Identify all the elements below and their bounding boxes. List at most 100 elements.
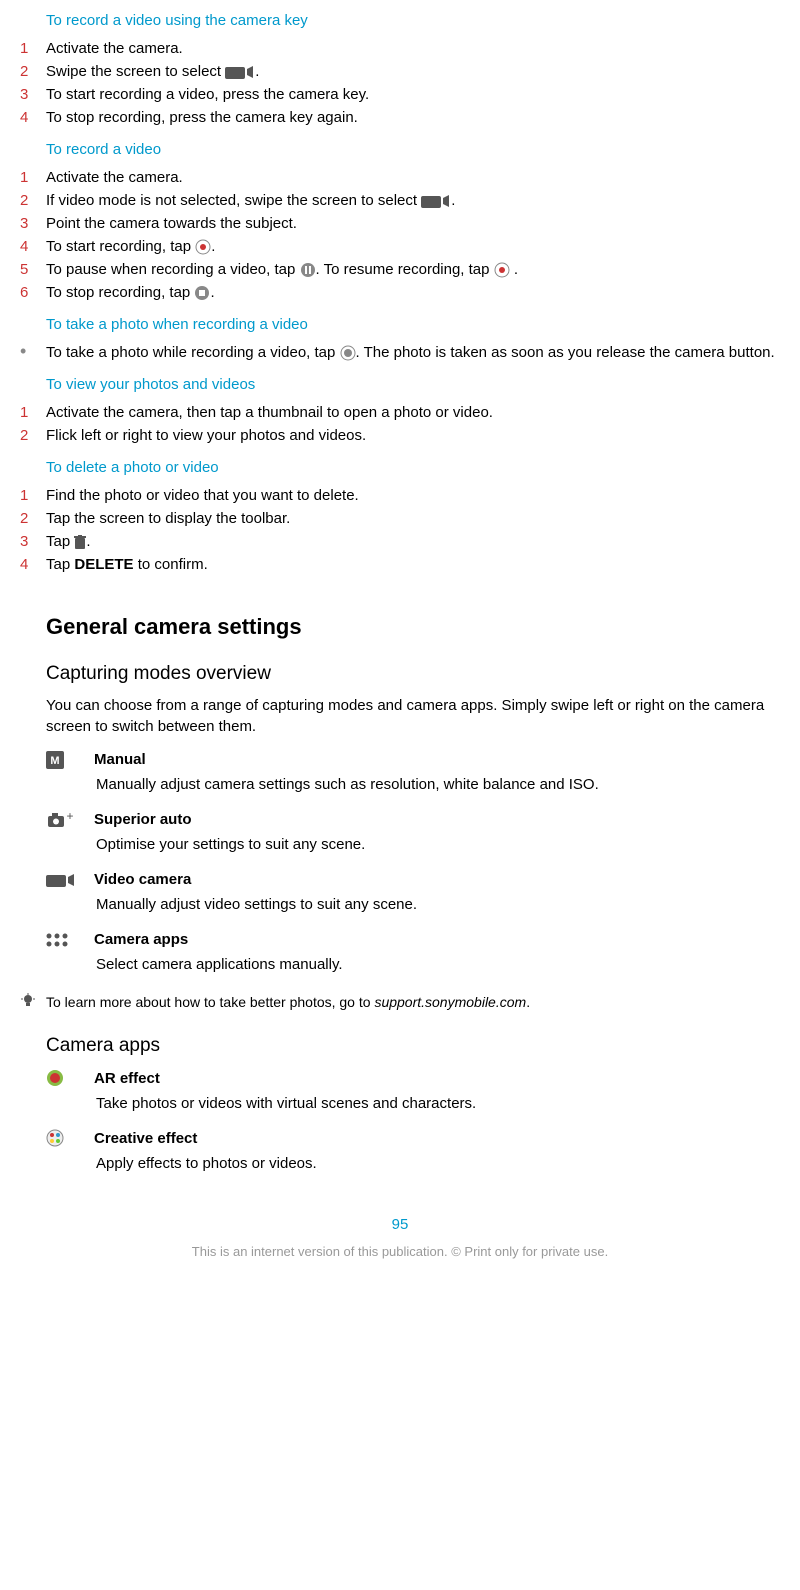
mode-title: Video camera (94, 869, 191, 890)
app-desc: Take photos or videos with virtual scene… (96, 1093, 780, 1114)
step-number: 2 (10, 61, 46, 82)
step: 2Swipe the screen to select . (10, 60, 790, 83)
app-list: AR effect Take photos or videos with vir… (46, 1068, 780, 1174)
mode-title: Manual (94, 749, 146, 770)
apps-grid-icon (46, 932, 84, 948)
step-number: 4 (10, 554, 46, 575)
step-list: 1Activate the camera. 2If video mode is … (10, 166, 790, 304)
step-number: 2 (10, 190, 46, 211)
stop-icon (194, 285, 210, 301)
tip-text: To learn more about how to take better p… (46, 993, 530, 1015)
svg-text:M: M (50, 755, 59, 767)
step-text: Find the photo or video that you want to… (46, 485, 790, 506)
step: 4To stop recording, press the camera key… (10, 106, 790, 129)
step-text: Tap DELETE to confirm. (46, 554, 790, 575)
step: 2Flick left or right to view your photos… (10, 424, 790, 447)
step: •To take a photo while recording a video… (10, 341, 790, 364)
step-text: Point the camera towards the subject. (46, 213, 790, 234)
step-text: Flick left or right to view your photos … (46, 425, 790, 446)
step: 3Point the camera towards the subject. (10, 212, 790, 235)
intro-text: You can choose from a range of capturing… (46, 695, 780, 737)
mode-desc: Select camera applications manually. (96, 954, 780, 975)
ar-effect-icon (46, 1069, 84, 1087)
step: 5To pause when recording a video, tap . … (10, 258, 790, 281)
mode-desc: Optimise your settings to suit any scene… (96, 834, 780, 855)
video-camera-icon (421, 194, 451, 208)
step-number: 4 (10, 236, 46, 257)
step-number: 1 (10, 38, 46, 59)
creative-effect-icon (46, 1129, 84, 1147)
step-text: To start recording, tap . (46, 236, 790, 257)
app-desc: Apply effects to photos or videos. (96, 1153, 780, 1174)
mode-item: + Superior auto Optimise your settings t… (46, 809, 780, 855)
delete-label: DELETE (74, 556, 133, 573)
video-camera-icon (46, 873, 84, 887)
manual-mode-icon: M (46, 751, 84, 769)
camera-shutter-icon (340, 345, 356, 361)
step-text: To take a photo while recording a video,… (46, 342, 790, 363)
heading-capturing-modes: Capturing modes overview (46, 661, 790, 688)
svg-text:+: + (66, 812, 73, 823)
step-list: 1Activate the camera, then tap a thumbna… (10, 401, 790, 447)
page-number: 95 (10, 1214, 790, 1235)
section-title: To delete a photo or video (46, 457, 790, 478)
step-text: To stop recording, press the camera key … (46, 107, 790, 128)
support-link-text: support.sonymobile.com (374, 994, 526, 1010)
step-number: 5 (10, 259, 46, 280)
step-number: 3 (10, 213, 46, 234)
step-text: To stop recording, tap . (46, 282, 790, 303)
step: 1Activate the camera, then tap a thumbna… (10, 401, 790, 424)
trash-icon (74, 535, 86, 549)
step-text: Activate the camera, then tap a thumbnai… (46, 402, 790, 423)
step-number: 2 (10, 425, 46, 446)
app-item: Creative effect Apply effects to photos … (46, 1128, 780, 1174)
heading-general-settings: General camera settings (46, 612, 790, 643)
step-number: 6 (10, 282, 46, 303)
step-text: To pause when recording a video, tap . T… (46, 259, 790, 280)
mode-item: M Manual Manually adjust camera settings… (46, 749, 780, 795)
mode-title: Camera apps (94, 929, 188, 950)
superior-auto-icon: + (46, 812, 84, 828)
step-number: 1 (10, 167, 46, 188)
bullet-icon: • (10, 342, 46, 363)
step: 1Find the photo or video that you want t… (10, 484, 790, 507)
step: 6To stop recording, tap . (10, 281, 790, 304)
app-title: Creative effect (94, 1128, 197, 1149)
step-number: 3 (10, 84, 46, 105)
app-title: AR effect (94, 1068, 160, 1089)
section-title: To view your photos and videos (46, 374, 790, 395)
step: 4To start recording, tap . (10, 235, 790, 258)
step-text: If video mode is not selected, swipe the… (46, 190, 790, 211)
step-text: Tap . (46, 531, 790, 552)
record-icon (494, 262, 510, 278)
step-number: 1 (10, 402, 46, 423)
step-number: 4 (10, 107, 46, 128)
step: 2If video mode is not selected, swipe th… (10, 189, 790, 212)
section-title: To record a video (46, 139, 790, 160)
step-list: 1Activate the camera. 2Swipe the screen … (10, 37, 790, 129)
record-icon (195, 239, 211, 255)
step-number: 1 (10, 485, 46, 506)
step: 1Activate the camera. (10, 166, 790, 189)
section-title: To record a video using the camera key (46, 10, 790, 31)
step: 3Tap . (10, 530, 790, 553)
step-number: 3 (10, 531, 46, 552)
footer-text: This is an internet version of this publ… (10, 1243, 790, 1261)
step-number: 2 (10, 508, 46, 529)
mode-desc: Manually adjust camera settings such as … (96, 774, 780, 795)
step: 4Tap DELETE to confirm. (10, 553, 790, 576)
mode-item: Camera apps Select camera applications m… (46, 929, 780, 975)
step-list: 1Find the photo or video that you want t… (10, 484, 790, 576)
tip: To learn more about how to take better p… (20, 993, 780, 1015)
heading-camera-apps: Camera apps (46, 1033, 790, 1060)
step-text: Swipe the screen to select . (46, 61, 790, 82)
step-text: Activate the camera. (46, 167, 790, 188)
step-text: Activate the camera. (46, 38, 790, 59)
step: 3To start recording a video, press the c… (10, 83, 790, 106)
section-title: To take a photo when recording a video (46, 314, 790, 335)
step-list: •To take a photo while recording a video… (10, 341, 790, 364)
mode-list: M Manual Manually adjust camera settings… (46, 749, 780, 975)
video-camera-icon (225, 65, 255, 79)
lightbulb-icon (20, 993, 46, 1015)
step: 1Activate the camera. (10, 37, 790, 60)
